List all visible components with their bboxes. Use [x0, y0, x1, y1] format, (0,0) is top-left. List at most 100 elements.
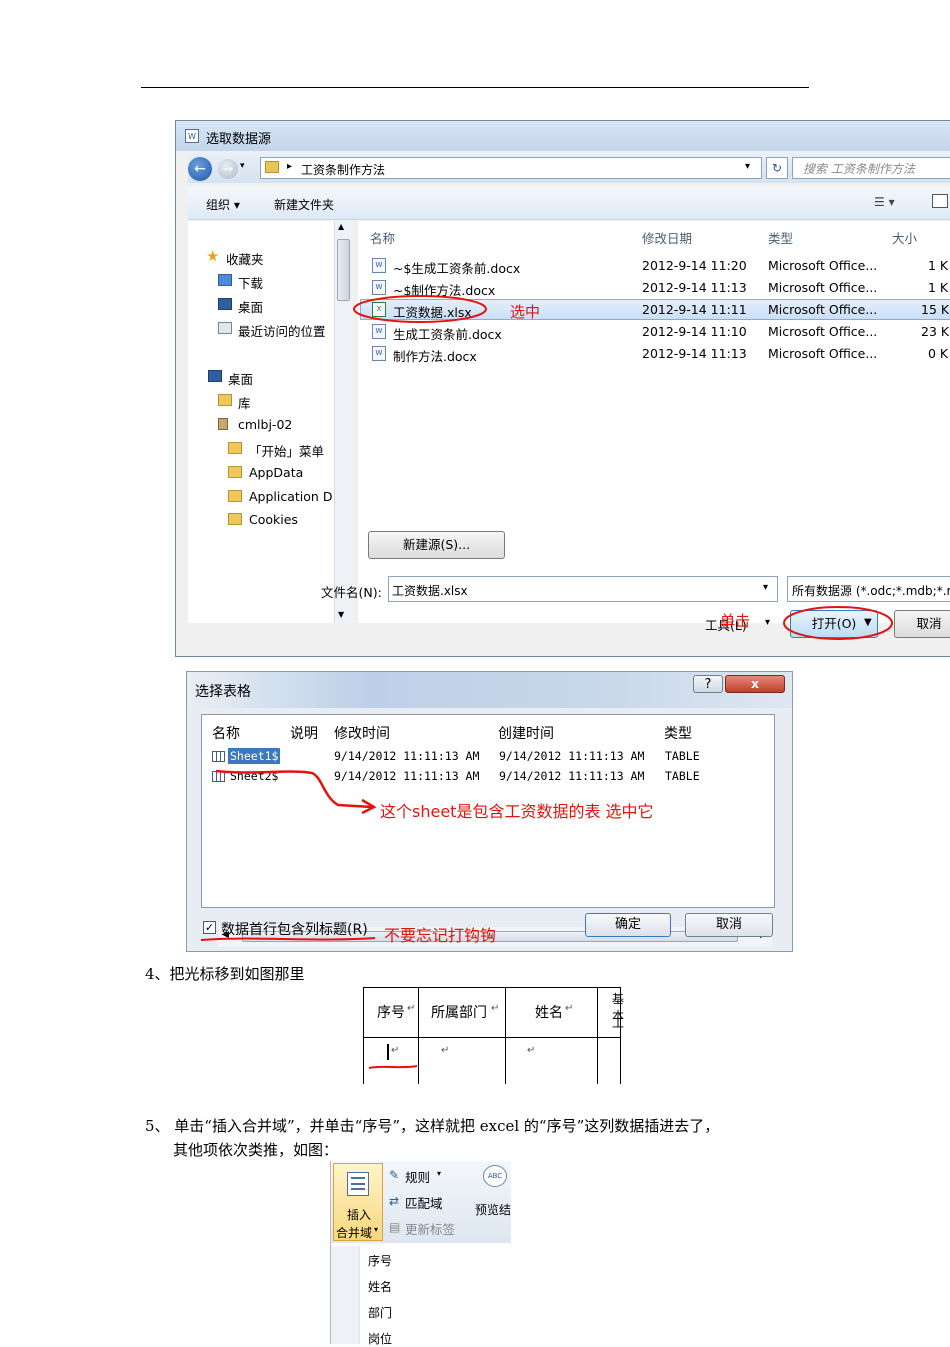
file-name: 制作方法.docx — [393, 349, 477, 364]
forward-arrow-icon[interactable]: → — [218, 159, 238, 179]
scroll-down-icon[interactable]: ▼ — [338, 610, 344, 619]
scroll-up-icon[interactable]: ▲ — [338, 222, 344, 231]
file-size: 1 K — [928, 280, 949, 295]
annotation-click: 单击 — [720, 612, 751, 630]
tools-dropdown-icon[interactable]: ▾ — [765, 617, 770, 628]
table-type: TABLE — [665, 769, 700, 783]
refresh-icon[interactable]: ↻ — [766, 157, 788, 179]
header-cell[interactable]: 序号 — [377, 1002, 405, 1022]
insert-merge-field-button[interactable]: 插入 合并域 ▾ — [333, 1163, 383, 1241]
step-5-text-line1: 5、 单击“插入合并域”，并单击“序号”，这样就把 excel 的“序号”这列数… — [145, 1117, 720, 1135]
view-options-icon[interactable]: ☰ ▾ — [874, 195, 895, 209]
header-cell[interactable]: 姓名 — [535, 1002, 563, 1022]
history-dropdown-icon[interactable]: ▾ — [240, 161, 245, 171]
new-source-button[interactable]: 新建源(S)... — [368, 531, 505, 559]
shortcut-folder-icon — [228, 490, 242, 502]
file-row[interactable]: W ~$生成工资条前.docx 2012-9-14 11:20 Microsof… — [360, 255, 950, 276]
nav-libraries[interactable]: 库 — [238, 393, 251, 412]
menu-item-position[interactable]: 岗位 — [368, 1330, 392, 1347]
menu-item-department[interactable]: 部门 — [368, 1304, 392, 1321]
table-row[interactable]: Sheet1$ 9/14/2012 11:11:13 AM 9/14/2012 … — [210, 748, 770, 766]
close-button[interactable]: x — [725, 675, 785, 693]
nav-desktop[interactable]: 桌面 — [228, 369, 253, 388]
nav-desktop-favorite[interactable]: 桌面 — [238, 297, 263, 316]
match-fields-button[interactable]: 匹配域 — [405, 1193, 443, 1212]
column-header-type[interactable]: 类型 — [664, 723, 692, 743]
organize-button[interactable]: 组织 ▾ — [206, 196, 240, 213]
chevron-down-icon: ▾ — [374, 1225, 379, 1234]
filename-input[interactable]: 工资数据.xlsx — [388, 576, 778, 602]
column-header-description[interactable]: 说明 — [290, 723, 318, 743]
filetype-select[interactable]: 所有数据源 (*.odc;*.mdb;*.m — [787, 576, 950, 602]
select-table-dialog: 选择表格 ? x 名称 说明 修改时间 创建时间 类型 Sheet1$ 9/14… — [186, 671, 793, 952]
word-table: 序号 ↵ 所属部门 ↵ 姓名 ↵ 基本 工 ↵ ↵ ↵ — [363, 987, 624, 1084]
path-field[interactable]: ▸ 工资条制作方法 ▾ — [260, 157, 762, 179]
nav-application-data[interactable]: Application D — [249, 489, 332, 504]
column-header-created[interactable]: 创建时间 — [498, 723, 554, 743]
rules-button[interactable]: 规则 — [405, 1167, 430, 1186]
paragraph-mark: ↵ — [527, 1045, 536, 1056]
nav-recent-places[interactable]: 最近访问的位置 — [238, 321, 326, 340]
text-cursor — [387, 1044, 389, 1060]
insert-field-label-line1: 插入 — [347, 1208, 372, 1222]
nav-scrollbar[interactable]: ▲ ▼ — [334, 221, 351, 623]
table-border — [363, 987, 621, 988]
file-row[interactable]: W 制作方法.docx 2012-9-14 11:13 Microsoft Of… — [360, 343, 950, 364]
user-icon — [218, 418, 228, 430]
column-header-type[interactable]: 类型 — [768, 228, 793, 247]
annotation-underline — [200, 937, 376, 941]
ok-button[interactable]: 确定 — [585, 913, 671, 937]
library-icon — [218, 394, 232, 406]
nav-downloads[interactable]: 下载 — [238, 273, 263, 292]
title-bar: 选择表格 ? x — [187, 672, 792, 708]
desktop-root-icon — [208, 370, 222, 382]
update-labels-button[interactable]: 更新标签 — [405, 1219, 455, 1238]
sheet-name-selected: Sheet1$ — [228, 748, 281, 764]
rules-icon: ✎ — [389, 1168, 400, 1182]
header-cell[interactable]: 工 — [612, 1014, 624, 1031]
column-header-size[interactable]: 大小 — [892, 228, 917, 247]
menu-gutter — [331, 1246, 360, 1344]
cancel-button[interactable]: 取消 — [894, 610, 950, 638]
header-cell[interactable]: 所属部门 — [431, 1002, 487, 1022]
header-row-checkbox[interactable]: ✓ — [203, 921, 216, 934]
annotation-check: 不要忘记打钩钩 — [384, 926, 497, 945]
cancel-button[interactable]: 取消 — [685, 913, 773, 937]
table-border — [363, 1037, 621, 1038]
navigation-pane: ★ 收藏夹 下载 桌面 最近访问的位置 桌面 库 cmlbj-02 「开始」菜单… — [188, 221, 350, 623]
annotation-ellipse — [783, 606, 893, 640]
preview-pane-icon[interactable] — [932, 194, 948, 208]
file-date: 2012-9-14 11:20 — [642, 258, 747, 273]
nav-user-folder[interactable]: cmlbj-02 — [238, 417, 292, 432]
column-header-name[interactable]: 名称 — [212, 723, 240, 743]
menu-item-seq[interactable]: 序号 — [368, 1252, 392, 1269]
recent-places-icon — [218, 322, 232, 334]
file-type: Microsoft Office... — [768, 346, 878, 361]
file-date: 2012-9-14 11:13 — [642, 346, 747, 361]
help-button[interactable]: ? — [693, 675, 723, 693]
column-header-name[interactable]: 名称 — [370, 228, 395, 247]
file-date: 2012-9-14 11:13 — [642, 280, 747, 295]
file-size: 23 K — [921, 324, 950, 339]
annotation-sheet: 这个sheet是包含工资数据的表 选中它 — [380, 802, 654, 821]
chevron-down-icon: ▾ — [437, 1169, 442, 1178]
table-list: 名称 说明 修改时间 创建时间 类型 Sheet1$ 9/14/2012 11:… — [201, 714, 775, 947]
new-folder-button[interactable]: 新建文件夹 — [274, 196, 334, 213]
preview-results-button[interactable]: 预览结 — [475, 1201, 511, 1218]
menu-item-name[interactable]: 姓名 — [368, 1278, 392, 1295]
paragraph-mark: ↵ — [491, 1003, 500, 1014]
filename-dropdown-icon[interactable]: ▾ — [763, 582, 768, 593]
file-type: Microsoft Office... — [768, 302, 878, 317]
nav-cookies[interactable]: Cookies — [249, 512, 298, 527]
back-arrow-icon[interactable]: ← — [188, 157, 212, 181]
column-header-date[interactable]: 修改日期 — [642, 228, 692, 247]
column-header-modified[interactable]: 修改时间 — [334, 723, 390, 743]
nav-start-menu[interactable]: 「开始」菜单 — [249, 441, 324, 460]
nav-appdata[interactable]: AppData — [249, 465, 303, 480]
breadcrumb-current[interactable]: 工资条制作方法 — [301, 161, 385, 178]
created-time: 9/14/2012 11:11:13 AM — [499, 749, 645, 763]
path-dropdown-icon[interactable]: ▾ — [745, 161, 750, 172]
nav-favorites[interactable]: 收藏夹 — [226, 249, 264, 268]
file-type: Microsoft Office... — [768, 324, 878, 339]
search-input[interactable]: 搜索 工资条制作方法 — [792, 157, 950, 179]
